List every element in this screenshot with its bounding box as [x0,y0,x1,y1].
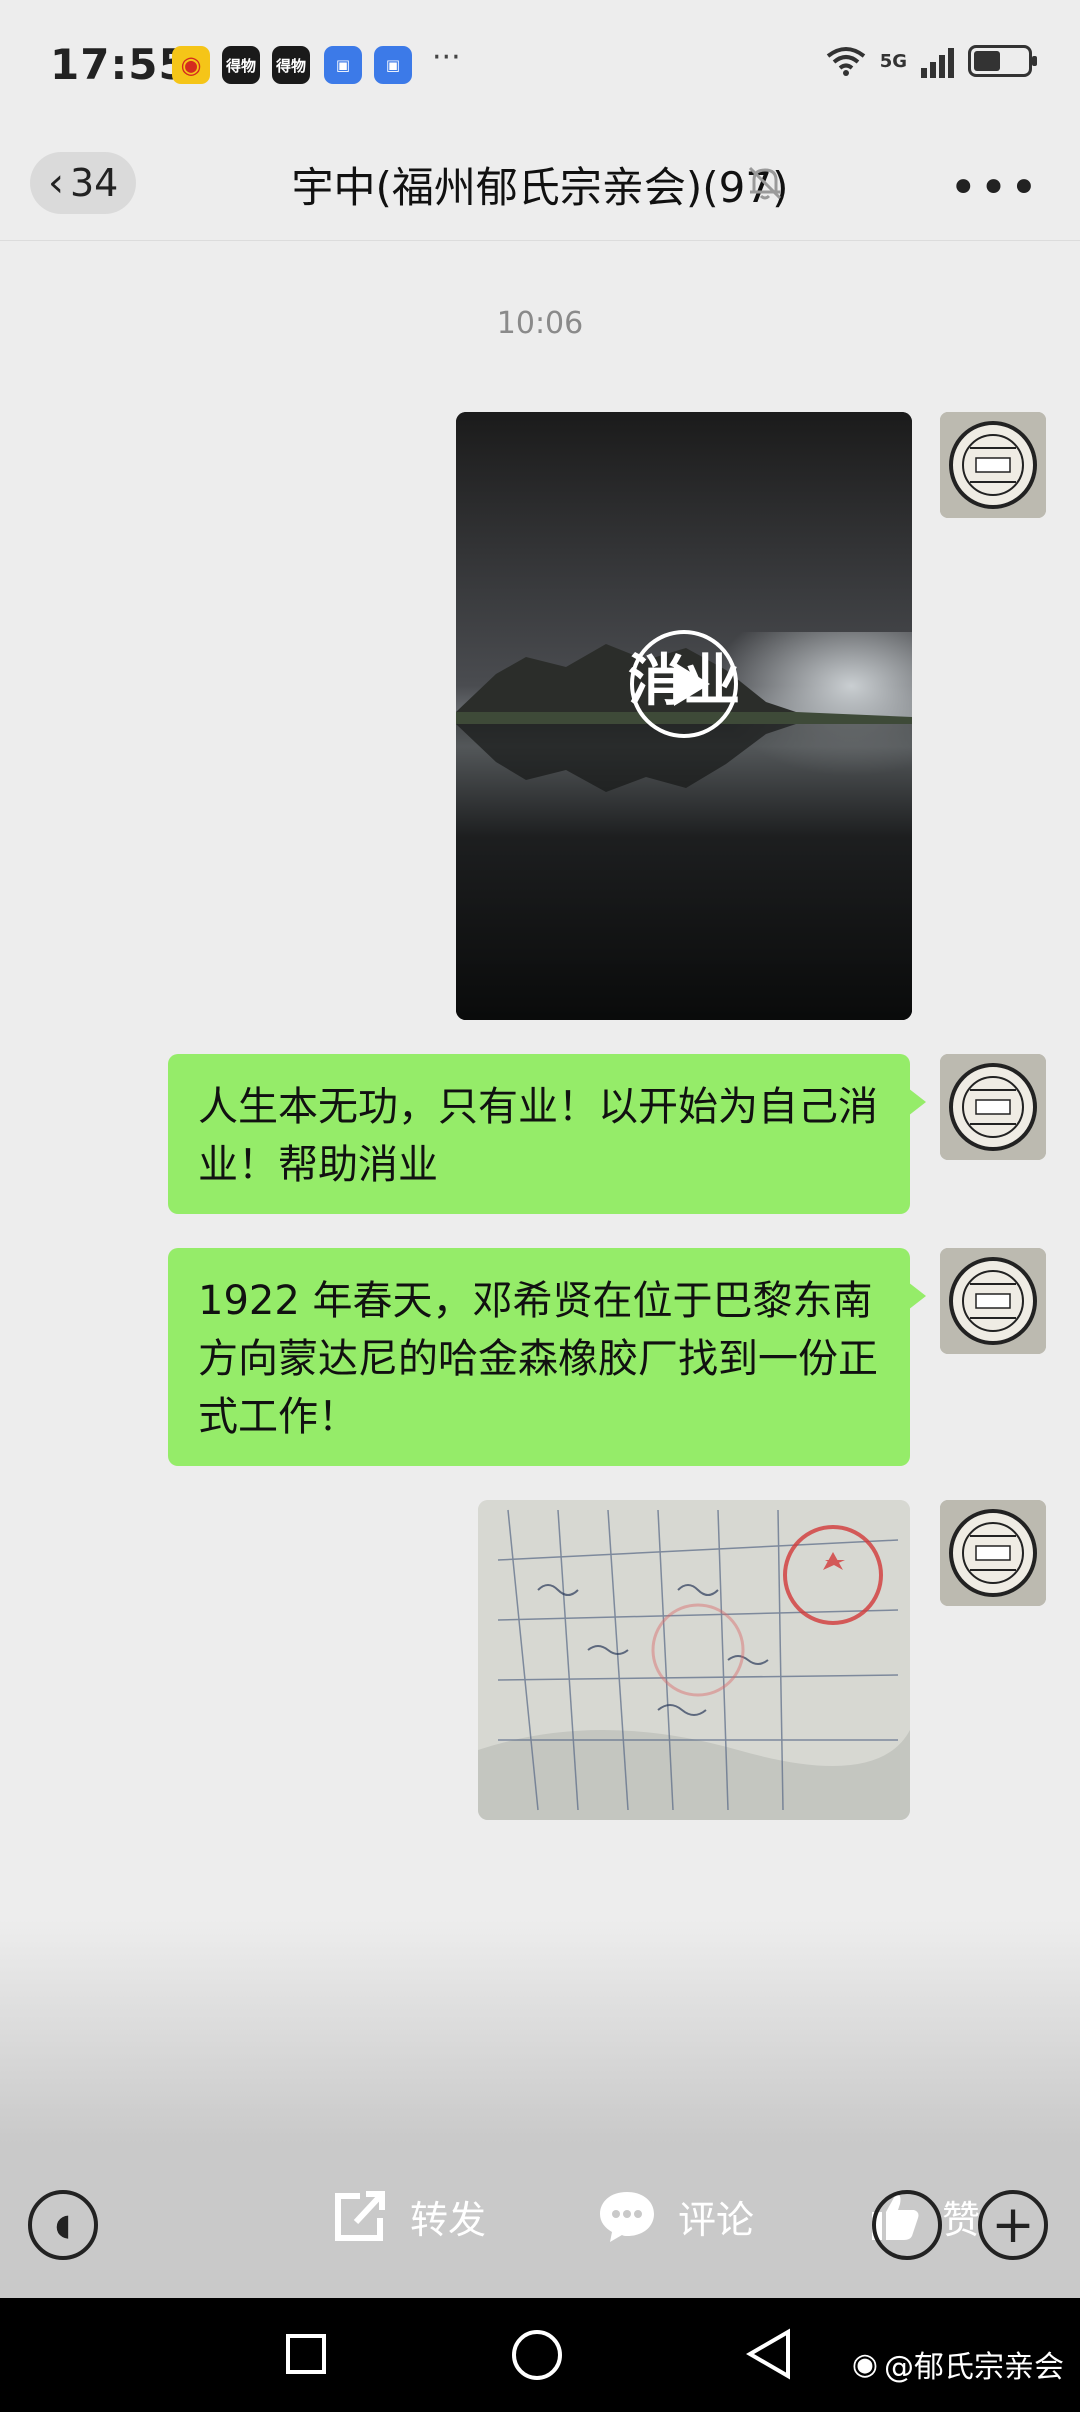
comment-button[interactable]: 评论 [596,2176,754,2256]
share-label: 转发 [410,2197,487,2242]
video-caption: 消业 [628,649,740,714]
weibo-watermark: ◉ @郁氏宗亲会 [852,2342,1064,2386]
more-notifications-icon: ··· [432,40,461,75]
chat-title: 宇中(福州郁氏宗亲会)(97) [291,163,789,212]
battery-icon [968,45,1037,77]
chat-header: ‹ 34 宇中(福州郁氏宗亲会)(97) ••• [0,130,1080,241]
signal-icon [921,44,954,78]
wifi-icon [826,46,866,76]
dewu-icon: 得物 [272,46,310,84]
share-icon [335,2191,385,2241]
watermark-text: @郁氏宗亲会 [884,2350,1064,2385]
status-right: 5G [826,44,1037,78]
action-bar: ◖ 转发 评论 赞 + [0,2146,1080,2298]
image-message[interactable] [478,1500,910,1820]
bell-muted-icon [742,160,788,206]
dewu-icon: 得物 [222,46,260,84]
recent-apps-button[interactable] [286,2334,326,2374]
avatar[interactable] [940,412,1046,518]
voice-input-icon[interactable]: ◖ [28,2190,98,2260]
text-message[interactable]: 1922 年春天，邓希贤在位于巴黎东南方向蒙达尼的哈金森橡胶厂找到一份正式工作！ [168,1248,926,1466]
plus-icon[interactable]: + [978,2190,1048,2260]
blue-app-icon: ▣ [374,46,412,84]
labor-contract-document-image [478,1500,910,1820]
system-navigation-bar: ◉ @郁氏宗亲会 [0,2298,1080,2412]
bottom-fade [0,1920,1080,2150]
message-timestamp: 10:06 [496,306,584,341]
text-message[interactable]: 人生本无功，只有业！以开始为自己消业！帮助消业 [168,1054,926,1214]
blue-app-icon: ▣ [324,46,362,84]
comment-icon [600,2192,654,2242]
back-triangle-button[interactable] [744,2326,794,2386]
comment-label: 评论 [678,2197,755,2242]
avatar[interactable] [940,1500,1046,1606]
battery-fill [974,51,1000,71]
share-button[interactable]: 转发 [330,2176,486,2256]
avatar[interactable] [940,1248,1046,1354]
home-button[interactable] [512,2330,562,2380]
like-label: 赞 [942,2197,981,2242]
avatar[interactable] [940,1054,1046,1160]
weibo-logo-icon: ◉ [851,2346,878,2382]
weibo-icon: ◉ [172,46,210,84]
status-time: 17:55 [50,40,189,89]
emoji-icon[interactable] [872,2190,942,2260]
more-options-icon[interactable]: ••• [949,160,1040,216]
network-type: 5G [879,50,907,72]
video-message[interactable]: 消业 [456,412,912,1020]
status-bar: 17:55 ◉ 得物 得物 ▣ ▣ ··· 5G [0,0,1080,130]
